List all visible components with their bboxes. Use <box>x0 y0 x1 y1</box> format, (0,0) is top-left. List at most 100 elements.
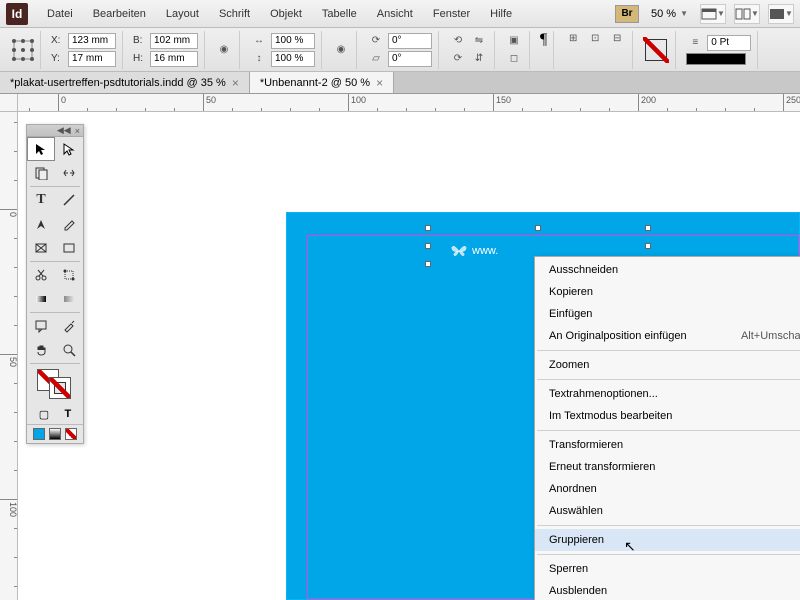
free-transform-tool[interactable] <box>55 263 83 287</box>
constrain-scale-icon[interactable]: ◉ <box>332 42 350 58</box>
rotate-cw-icon[interactable]: ⟳ <box>449 51 467 67</box>
context-menu-item[interactable]: Transformieren <box>535 434 800 456</box>
y-input[interactable] <box>68 51 116 67</box>
workspace-switcher[interactable]: ▼ <box>768 4 794 24</box>
apply-color-swatch[interactable] <box>33 428 45 440</box>
resize-handle[interactable] <box>425 243 431 249</box>
formatting-text-icon[interactable]: T <box>65 408 72 421</box>
pen-tool[interactable] <box>27 212 55 236</box>
direct-selection-tool[interactable] <box>55 137 83 161</box>
context-menu-item[interactable]: Ausblenden <box>535 580 800 600</box>
page-tool[interactable] <box>27 161 55 185</box>
menu-bearbeiten[interactable]: Bearbeiten <box>84 4 155 24</box>
select-container-icon[interactable]: ▣ <box>505 33 523 49</box>
fit-content-icon[interactable]: ⊞ <box>564 31 582 47</box>
canvas[interactable]: www. AusschneidenKopierenEinfügenAn Orig… <box>18 112 800 600</box>
close-tab-icon[interactable]: × <box>232 76 239 90</box>
scale-x-input[interactable] <box>271 33 315 49</box>
horizontal-ruler[interactable]: 50050100150200250 <box>18 94 800 112</box>
context-menu-item[interactable]: An Originalposition einfügenAlt+Umschal <box>535 325 800 347</box>
note-tool[interactable] <box>27 314 55 338</box>
stroke-style-swatch[interactable] <box>686 53 746 65</box>
reference-point-icon[interactable] <box>12 39 34 61</box>
menu-fenster[interactable]: Fenster <box>424 4 479 24</box>
gap-tool[interactable] <box>55 161 83 185</box>
menu-tabelle[interactable]: Tabelle <box>313 4 366 24</box>
pencil-tool[interactable] <box>55 212 83 236</box>
scissors-tool[interactable] <box>27 263 55 287</box>
zoom-level-select[interactable]: 50 %▼ <box>647 6 692 22</box>
hand-tool[interactable] <box>27 338 55 362</box>
fill-stroke-proxy[interactable] <box>27 365 83 405</box>
context-menu-item[interactable]: Sperren <box>535 558 800 580</box>
control-bar: X: Y: B: H: ◉ ↔ ↕ ◉ ⟳ ▱ ⟲⇋ ⟳⇵ ▣ ◻ ¶ ⊞ ⊡ … <box>0 28 800 72</box>
bridge-button[interactable]: Br <box>615 5 639 23</box>
menu-layout[interactable]: Layout <box>157 4 208 24</box>
scale-y-input[interactable] <box>271 51 315 67</box>
ruler-tick: 200 <box>638 94 656 112</box>
context-menu-item[interactable]: Im Textmodus bearbeiten <box>535 405 800 427</box>
selection-tool[interactable] <box>27 137 55 161</box>
context-menu-item[interactable]: Kopieren <box>535 281 800 303</box>
eyedropper-tool[interactable] <box>55 314 83 338</box>
close-icon[interactable]: × <box>75 126 80 136</box>
gradient-swatch-tool[interactable] <box>27 287 55 311</box>
flip-h-icon[interactable]: ⇋ <box>470 33 488 49</box>
resize-handle[interactable] <box>425 225 431 231</box>
resize-handle[interactable] <box>425 261 431 267</box>
zoom-tool[interactable] <box>55 338 83 362</box>
w-input[interactable] <box>150 33 198 49</box>
context-menu-item[interactable]: Erneut transformieren <box>535 456 800 478</box>
vertical-ruler[interactable]: 50050100150200 <box>0 112 18 600</box>
apply-none-swatch[interactable] <box>65 428 77 440</box>
rotate-ccw-icon[interactable]: ⟲ <box>449 33 467 49</box>
resize-handle[interactable] <box>645 243 651 249</box>
stroke-weight-input[interactable] <box>707 35 751 51</box>
menu-datei[interactable]: Datei <box>38 4 82 24</box>
x-input[interactable] <box>68 33 116 49</box>
resize-handle[interactable] <box>645 225 651 231</box>
menu-ansicht[interactable]: Ansicht <box>368 4 422 24</box>
rectangle-tool[interactable] <box>55 236 83 260</box>
screen-mode-button[interactable]: ▼ <box>700 4 726 24</box>
stroke-swatch[interactable] <box>49 377 71 399</box>
menu-hilfe[interactable]: Hilfe <box>481 4 521 24</box>
apply-gradient-swatch[interactable] <box>49 428 61 440</box>
constrain-wh-icon[interactable]: ◉ <box>215 42 233 58</box>
shear-input[interactable] <box>388 51 432 67</box>
formatting-container-icon[interactable]: ▢ <box>39 408 49 421</box>
type-tool[interactable]: T <box>27 188 55 212</box>
gradient-feather-tool[interactable] <box>55 287 83 311</box>
ruler-tick: 0 <box>58 94 66 112</box>
doc-tab-2[interactable]: *Unbenannt-2 @ 50 %× <box>250 72 394 93</box>
menu-objekt[interactable]: Objekt <box>261 4 311 24</box>
context-menu-item[interactable]: Zoomen <box>535 354 800 376</box>
paragraph-style-icon[interactable]: ¶ <box>540 31 547 69</box>
context-menu-item[interactable]: Gruppieren <box>535 529 800 551</box>
context-menu-item[interactable]: Anordnen <box>535 478 800 500</box>
context-menu-item[interactable]: Textrahmenoptionen... <box>535 383 800 405</box>
select-content-icon[interactable]: ◻ <box>505 51 523 67</box>
context-menu-item[interactable]: Auswählen <box>535 500 800 522</box>
panel-header[interactable]: ◀◀ × <box>27 125 83 137</box>
w-label: B: <box>133 35 147 46</box>
x-label: X: <box>51 35 65 46</box>
rotate-input[interactable] <box>388 33 432 49</box>
doc-tab-1[interactable]: *plakat-usertreffen-psdtutorials.indd @ … <box>0 72 250 93</box>
ruler-origin[interactable] <box>0 94 18 112</box>
rectangle-frame-tool[interactable] <box>27 236 55 260</box>
fit-frame-icon[interactable]: ⊡ <box>586 31 604 47</box>
resize-handle[interactable] <box>535 225 541 231</box>
center-content-icon[interactable]: ⊟ <box>608 31 626 47</box>
h-input[interactable] <box>150 51 198 67</box>
tools-panel: ◀◀ × T <box>26 124 84 444</box>
flip-v-icon[interactable]: ⇵ <box>470 51 488 67</box>
fill-stroke-proxy[interactable] <box>643 37 669 63</box>
collapse-icon[interactable]: ◀◀ <box>57 125 71 136</box>
context-menu-item[interactable]: Einfügen <box>535 303 800 325</box>
close-tab-icon[interactable]: × <box>376 76 383 90</box>
line-tool[interactable] <box>55 188 83 212</box>
arrange-docs-button[interactable]: ▼ <box>734 4 760 24</box>
menu-schrift[interactable]: Schrift <box>210 4 259 24</box>
context-menu-item[interactable]: Ausschneiden <box>535 259 800 281</box>
